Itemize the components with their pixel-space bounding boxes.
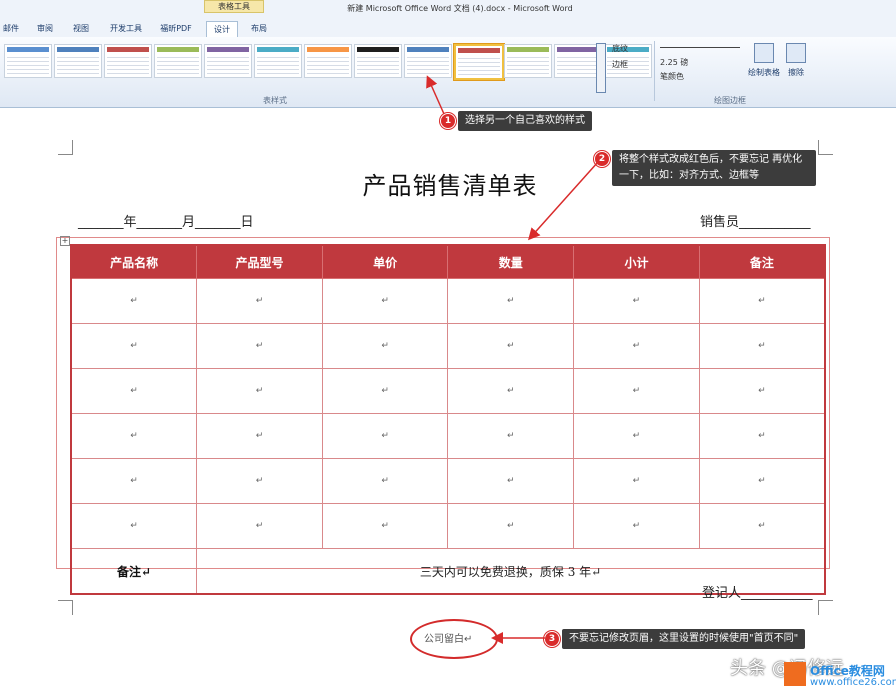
office-logo-icon xyxy=(784,662,806,686)
arrow-to-style xyxy=(428,78,444,114)
annotation-arrows xyxy=(0,0,896,694)
arrow-to-table xyxy=(530,162,598,238)
site-url: www.office26.com xyxy=(810,677,896,688)
